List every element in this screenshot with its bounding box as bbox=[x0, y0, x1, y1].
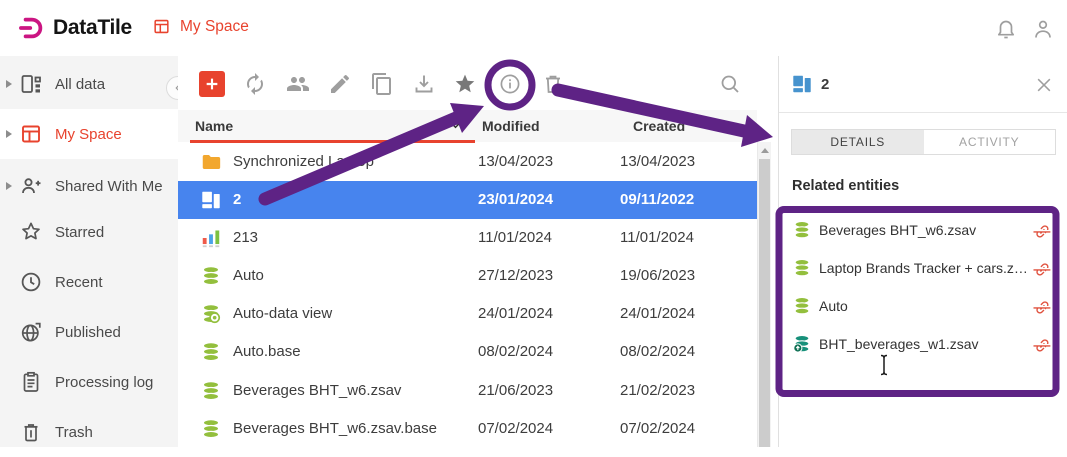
table-row[interactable]: Auto 27/12/2023 19/06/2023 bbox=[178, 257, 757, 295]
bell-icon[interactable] bbox=[994, 17, 1018, 41]
star-filled-icon[interactable] bbox=[453, 72, 477, 96]
related-entity-row[interactable]: Auto bbox=[779, 287, 1067, 325]
database-published-icon bbox=[792, 334, 812, 354]
person-add-icon bbox=[19, 174, 43, 198]
unlink-icon[interactable] bbox=[1031, 258, 1051, 278]
database-icon bbox=[792, 258, 812, 278]
refresh-icon[interactable] bbox=[243, 72, 267, 96]
details-panel: 2 DETAILS ACTIVITY Related entities Beve… bbox=[778, 56, 1067, 447]
sort-desc-icon[interactable] bbox=[448, 118, 463, 133]
breadcrumb[interactable]: My Space bbox=[152, 17, 249, 36]
database-icon bbox=[200, 380, 222, 402]
table-row[interactable]: 213 11/01/2024 11/01/2024 bbox=[178, 219, 757, 257]
dashboard-icon bbox=[200, 189, 222, 211]
datatile-logo-icon bbox=[18, 14, 46, 42]
related-entity-row[interactable]: Beverages BHT_w6.zsav bbox=[779, 211, 1067, 249]
plus-icon bbox=[204, 76, 220, 92]
file-list: Synchronized Laptop 13/04/2023 13/04/202… bbox=[178, 143, 757, 448]
column-header-name[interactable]: Name bbox=[195, 118, 233, 134]
database-icon bbox=[200, 265, 222, 287]
panel-title: 2 bbox=[821, 76, 829, 93]
users-icon[interactable] bbox=[286, 72, 310, 96]
related-entity-row[interactable]: BHT_beverages_w1.zsav bbox=[779, 325, 1067, 363]
sidebar-item-starred[interactable]: Starred bbox=[0, 207, 178, 257]
dashboard-icon bbox=[791, 73, 813, 95]
scrollbar-thumb[interactable] bbox=[759, 159, 770, 447]
sidebar-item-processing-log[interactable]: Processing log bbox=[0, 357, 178, 407]
expand-caret-icon[interactable] bbox=[6, 182, 12, 190]
sidebar-item-my-space[interactable]: My Space bbox=[0, 109, 178, 159]
info-icon[interactable] bbox=[498, 72, 522, 96]
clock-icon bbox=[19, 270, 43, 294]
table-header: Name Modified Created bbox=[178, 110, 757, 142]
my-space-icon bbox=[152, 17, 171, 36]
unlink-icon[interactable] bbox=[1031, 220, 1051, 240]
search-icon[interactable] bbox=[718, 72, 742, 96]
expand-caret-icon[interactable] bbox=[6, 80, 12, 88]
table-row[interactable]: Beverages BHT_w6.zsav.base 07/02/2024 07… bbox=[178, 410, 757, 448]
sidebar-item-published[interactable]: Published bbox=[0, 307, 178, 357]
database-icon bbox=[200, 418, 222, 440]
star-icon bbox=[19, 220, 43, 244]
expand-caret-icon[interactable] bbox=[6, 130, 12, 138]
unlink-icon[interactable] bbox=[1031, 296, 1051, 316]
table-row-selected[interactable]: 2 23/01/2024 09/11/2022 bbox=[178, 181, 757, 219]
table-row[interactable]: Synchronized Laptop 13/04/2023 13/04/202… bbox=[178, 143, 757, 181]
database-icon bbox=[200, 341, 222, 363]
column-header-modified[interactable]: Modified bbox=[482, 118, 540, 134]
related-entities-list: Beverages BHT_w6.zsav Laptop Brands Trac… bbox=[779, 211, 1067, 363]
add-button[interactable] bbox=[199, 71, 225, 97]
folder-icon bbox=[200, 151, 222, 173]
user-icon[interactable] bbox=[1031, 17, 1055, 41]
board-icon bbox=[19, 72, 43, 96]
sidebar-item-trash[interactable]: Trash bbox=[0, 407, 178, 457]
tab-activity[interactable]: ACTIVITY bbox=[924, 130, 1056, 154]
sidebar-item-recent[interactable]: Recent bbox=[0, 257, 178, 307]
brand-name: DataTile bbox=[53, 16, 132, 40]
close-icon[interactable] bbox=[1034, 75, 1054, 95]
trash-icon bbox=[19, 420, 43, 444]
table-row[interactable]: Beverages BHT_w6.zsav 21/06/2023 21/02/2… bbox=[178, 372, 757, 410]
related-entity-row[interactable]: Laptop Brands Tracker + cars.z… bbox=[779, 249, 1067, 287]
text-cursor bbox=[878, 354, 890, 376]
sidebar-item-shared-with-me[interactable]: Shared With Me bbox=[0, 161, 178, 211]
panel-tabs: DETAILS ACTIVITY bbox=[791, 129, 1056, 155]
layout-icon bbox=[19, 122, 43, 146]
vertical-scrollbar[interactable] bbox=[757, 142, 771, 447]
file-browser: Name Modified Created Synchronized Lapto… bbox=[178, 56, 778, 447]
breadcrumb-label: My Space bbox=[180, 18, 249, 36]
related-entities-heading: Related entities bbox=[792, 178, 899, 194]
sidebar: All data My Space Shared With Me Starred bbox=[0, 56, 179, 447]
database-icon bbox=[792, 220, 812, 240]
table-row[interactable]: Auto.base 08/02/2024 08/02/2024 bbox=[178, 333, 757, 371]
unlink-icon[interactable] bbox=[1031, 334, 1051, 354]
top-bar: DataTile My Space bbox=[0, 0, 1067, 57]
edit-icon[interactable] bbox=[328, 72, 352, 96]
delete-icon[interactable] bbox=[541, 72, 565, 96]
copy-icon[interactable] bbox=[370, 72, 394, 96]
bar-chart-icon bbox=[200, 227, 222, 249]
divider bbox=[779, 112, 1067, 113]
column-header-created[interactable]: Created bbox=[633, 118, 685, 134]
scroll-up-arrow[interactable] bbox=[761, 148, 769, 153]
globe-icon bbox=[19, 320, 43, 344]
app-logo: DataTile bbox=[18, 14, 132, 42]
tab-details[interactable]: DETAILS bbox=[792, 130, 924, 154]
database-icon bbox=[792, 296, 812, 316]
database-view-icon bbox=[200, 303, 222, 325]
clipboard-icon bbox=[19, 370, 43, 394]
sidebar-item-all-data[interactable]: All data bbox=[0, 59, 178, 109]
table-row[interactable]: Auto-data view 24/01/2024 24/01/2024 bbox=[178, 295, 757, 333]
download-icon[interactable] bbox=[412, 72, 436, 96]
